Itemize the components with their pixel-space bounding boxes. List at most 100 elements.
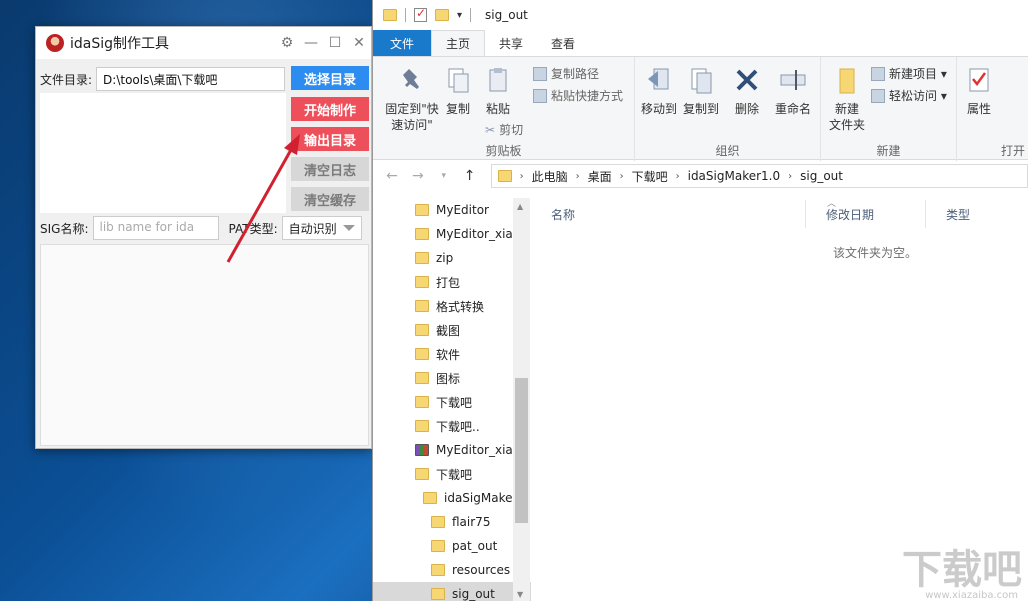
folder-icon <box>431 564 445 576</box>
new-folder-button[interactable]: 新建 文件夹 <box>825 65 869 133</box>
clear-log-button[interactable]: 清空日志 <box>291 157 369 181</box>
minimize-icon[interactable]: — <box>299 35 323 51</box>
properties-button[interactable]: 属性 <box>961 65 997 117</box>
folder-icon <box>415 420 429 432</box>
tree-item[interactable]: 图标 <box>373 366 531 390</box>
window-title: sig_out <box>485 8 528 22</box>
breadcrumb-item[interactable]: sig_out <box>800 169 843 183</box>
output-dir-button[interactable]: 输出目录 <box>291 127 369 151</box>
start-button[interactable]: 开始制作 <box>291 97 369 121</box>
paste-shortcut-button[interactable]: 粘贴快捷方式 <box>533 87 623 104</box>
column-name[interactable]: 名称 <box>531 200 806 228</box>
ribbon-tabs: 文件 主页 共享 查看 <box>373 30 1028 56</box>
copy-path-button[interactable]: 复制路径 <box>533 65 599 82</box>
tree-item-label: 打包 <box>436 275 461 290</box>
breadcrumb-item[interactable]: 此电脑 <box>532 168 568 185</box>
folder-icon <box>415 372 429 384</box>
tree-item[interactable]: 下载吧 <box>373 462 531 486</box>
settings-icon[interactable]: ⚙ <box>275 35 299 51</box>
pat-label: PAT类型: <box>228 221 278 236</box>
address-bar[interactable]: › 此电脑 › 桌面 › 下载吧 › idaSigMaker1.0 › sig_… <box>490 164 1028 188</box>
tree-item[interactable]: 截图 <box>373 318 531 342</box>
tree-item[interactable]: pat_out <box>373 534 531 558</box>
qat-dropdown-icon[interactable]: ▾ <box>457 10 462 21</box>
column-date[interactable]: 修改日期 <box>806 200 926 228</box>
new-item-button[interactable]: 新建项目 ▾ <box>871 65 947 82</box>
tree-item[interactable]: idaSigMake <box>373 486 531 510</box>
recent-dropdown-icon[interactable]: ▾ <box>433 171 455 181</box>
tree-item[interactable]: MyEditor <box>373 198 531 222</box>
column-type[interactable]: 类型 <box>926 200 1026 228</box>
tree-item-label: 下载吧.. <box>436 419 480 434</box>
close-icon[interactable]: ✕ <box>347 35 371 51</box>
app-logo-icon <box>46 34 64 52</box>
tab-view[interactable]: 查看 <box>537 30 589 56</box>
folder-icon <box>497 170 512 182</box>
tree-item[interactable]: 下载吧 <box>373 390 531 414</box>
new-group: 新建 文件夹 新建项目 ▾ 轻松访问 ▾ 新建 <box>821 57 957 161</box>
open-group-label: 打开 <box>1000 144 1025 158</box>
folder-icon <box>415 204 429 216</box>
tree-item[interactable]: resources <box>373 558 531 582</box>
tree-item[interactable]: sig_out <box>373 582 531 601</box>
address-row: ← → ▾ ↑ › 此电脑 › 桌面 › 下载吧 › idaSigMaker1.… <box>373 160 1028 192</box>
tree-item[interactable]: MyEditor_xiaz <box>373 222 531 246</box>
select-dir-button[interactable]: 选择目录 <box>291 66 369 90</box>
tree-item-label: MyEditor_xiaz <box>436 227 520 241</box>
sig-name-input[interactable]: lib name for ida <box>92 216 219 240</box>
breadcrumb-item[interactable]: idaSigMaker1.0 <box>688 169 781 183</box>
tree-item[interactable]: 软件 <box>373 342 531 366</box>
tree-item[interactable]: 打包 <box>373 270 531 294</box>
tree-item[interactable]: flair75 <box>373 510 531 534</box>
tree-scrollbar[interactable]: ▲ ▼ <box>513 198 530 601</box>
properties-icon[interactable] <box>414 6 427 22</box>
new-folder-icon[interactable] <box>435 9 449 21</box>
folder-icon <box>431 588 445 600</box>
tab-share[interactable]: 共享 <box>485 30 537 56</box>
breadcrumb-item[interactable]: 下载吧 <box>632 168 668 185</box>
cut-button[interactable]: ✂ 剪切 <box>485 121 523 138</box>
tab-home[interactable]: 主页 <box>431 30 486 56</box>
paste-button[interactable]: 粘贴 <box>481 65 515 117</box>
tree-item-label: resources <box>452 563 511 577</box>
tree-item[interactable]: zip <box>373 246 531 270</box>
rename-button[interactable]: 重命名 <box>771 65 815 117</box>
tree-item[interactable]: 下载吧.. <box>373 414 531 438</box>
breadcrumb-item[interactable]: 桌面 <box>588 168 612 185</box>
folder-icon <box>423 492 437 504</box>
tree-item-label: 格式转换 <box>436 299 485 314</box>
organize-group: 移动到 复制到 删除 重命名 组织 <box>635 57 821 161</box>
pat-type-select[interactable]: 自动识别 <box>281 216 362 240</box>
forward-arrow-icon[interactable]: → <box>407 168 429 184</box>
folder-icon <box>431 516 445 528</box>
idasig-window: idaSig制作工具 ⚙ — ☐ ✕ 文件目录: D:\tools\桌面\下载吧… <box>35 26 372 449</box>
easy-access-button[interactable]: 轻松访问 ▾ <box>871 87 947 104</box>
pin-quick-access-button[interactable]: 固定到"快 速访问" <box>379 65 445 133</box>
maximize-icon[interactable]: ☐ <box>323 35 347 51</box>
output-area[interactable] <box>40 244 369 446</box>
dir-input[interactable]: D:\tools\桌面\下载吧 <box>96 67 286 91</box>
tree-item-label: 图标 <box>436 371 461 386</box>
folder-icon <box>415 324 429 336</box>
tree-item-label: pat_out <box>452 539 498 553</box>
folder-icon <box>431 540 445 552</box>
back-arrow-icon[interactable]: ← <box>381 168 403 184</box>
folder-icon <box>383 9 397 21</box>
tree-item-label: idaSigMake <box>444 491 513 505</box>
tree-item-label: 下载吧 <box>436 467 473 482</box>
new-group-label: 新建 <box>876 144 901 158</box>
tree-item[interactable]: 格式转换 <box>373 294 531 318</box>
copy-to-button[interactable]: 复制到 <box>681 65 721 117</box>
delete-button[interactable]: 删除 <box>727 65 767 117</box>
tree-item[interactable]: MyEditor_xiaz <box>373 438 531 462</box>
idasig-titlebar[interactable]: idaSig制作工具 ⚙ — ☐ ✕ <box>36 27 371 59</box>
clear-cache-button[interactable]: 清空缓存 <box>291 187 369 211</box>
copy-button[interactable]: 复制 <box>441 65 475 117</box>
open-group: 属性 打开 <box>957 57 1028 161</box>
move-to-button[interactable]: 移动到 <box>639 65 679 117</box>
empty-folder-message: 该文件夹为空。 <box>833 246 918 260</box>
tab-file[interactable]: 文件 <box>373 30 432 56</box>
organize-group-label: 组织 <box>715 144 740 158</box>
up-arrow-icon[interactable]: ↑ <box>459 168 481 184</box>
log-area[interactable] <box>40 93 286 213</box>
